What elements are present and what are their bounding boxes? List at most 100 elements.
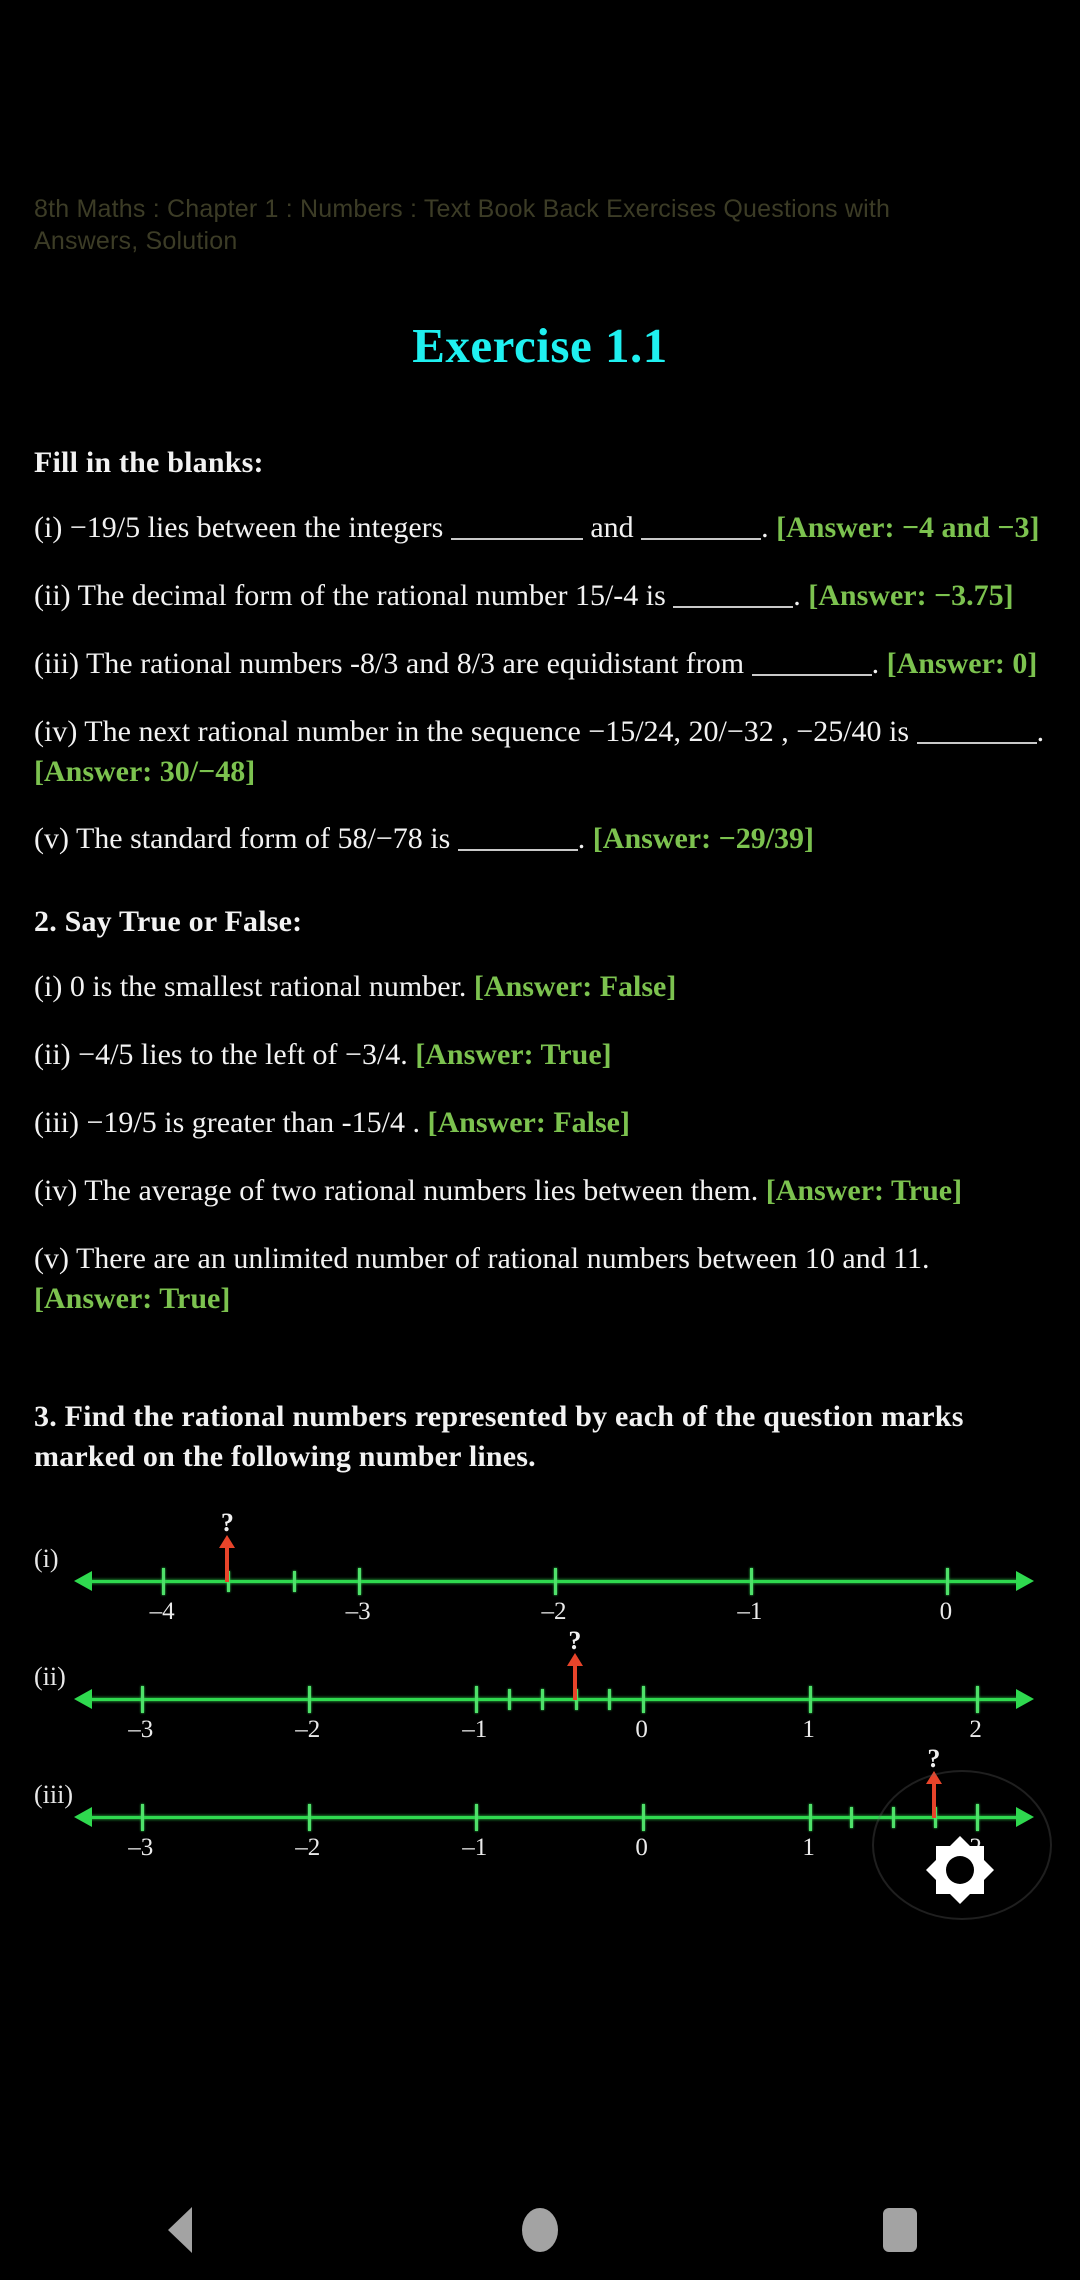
answer-blank	[916, 741, 1037, 744]
tick-label: –2	[295, 1834, 321, 1862]
axis-arrow-left	[74, 1807, 92, 1828]
major-tick	[474, 1804, 478, 1832]
number-line-label: (ii)	[34, 1662, 66, 1692]
question-text: The decimal form of the rational number …	[77, 578, 666, 612]
question-mark: ?	[568, 1626, 582, 1656]
question-text: The rational numbers -8/3 and 8/3 are eq…	[85, 646, 745, 680]
question-text: −19/5 is greater than -15/4 .	[86, 1106, 421, 1140]
number-line-canvas: –3–2–1012?	[74, 1742, 1034, 1862]
nav-recents-button[interactable]	[820, 2180, 980, 2280]
tick-label: –1	[462, 1716, 488, 1744]
major-tick	[554, 1568, 557, 1596]
tick-label: 1	[802, 1716, 815, 1744]
question-text: There are an unlimited number of rationa…	[75, 1241, 930, 1275]
axis-arrow-right	[1016, 1689, 1034, 1710]
tick-label: 2	[969, 1716, 982, 1744]
question-2-iv: (iv) The average of two rational numbers…	[34, 1171, 1046, 1211]
answer-text: [Answer: False]	[427, 1106, 630, 1140]
axis-arrow-left	[74, 1689, 92, 1710]
major-tick	[307, 1804, 311, 1832]
question-marker-arrow	[931, 1782, 936, 1819]
question-text-end: .	[1036, 714, 1045, 748]
tick-label: –1	[462, 1834, 488, 1862]
question-number: (iv)	[34, 1174, 78, 1208]
minor-tick	[850, 1807, 854, 1829]
major-tick	[749, 1568, 753, 1596]
axis-arrow-left	[74, 1571, 92, 1592]
question-2-v: (v) There are an unlimited number of rat…	[34, 1239, 1046, 1319]
question-1-ii: (ii) The decimal form of the rational nu…	[34, 576, 1046, 616]
tick-label: –1	[737, 1598, 763, 1626]
question-number: (ii)	[34, 578, 71, 612]
major-tick	[307, 1686, 311, 1714]
answer-text: [Answer: 0]	[886, 646, 1038, 680]
major-tick	[975, 1804, 979, 1832]
axis-arrow-right	[1016, 1571, 1034, 1592]
question-text: 0 is the smallest rational number.	[69, 970, 467, 1004]
tick-label: –2	[541, 1598, 567, 1626]
question-number: (i)	[34, 970, 63, 1004]
tick-label: –3	[128, 1834, 154, 1862]
answer-text: [Answer: True]	[765, 1174, 963, 1208]
major-tick	[358, 1568, 362, 1596]
axis-arrow-right	[1016, 1807, 1034, 1828]
question-1-v: (v) The standard form of 58/−78 is . [An…	[34, 819, 1046, 859]
major-tick	[945, 1568, 949, 1596]
major-tick	[808, 1804, 812, 1832]
minor-tick	[608, 1689, 612, 1711]
answer-text: [Answer: False]	[473, 970, 677, 1004]
question-marker-arrow	[225, 1546, 230, 1583]
question-2-ii: (ii) −4/5 lies to the left of −3/4. [Ans…	[34, 1035, 1046, 1075]
question-text-end: .	[793, 578, 801, 612]
true-or-false-heading: 2. Say True or False:	[34, 905, 303, 939]
major-tick	[140, 1686, 144, 1714]
tick-label: –3	[128, 1716, 154, 1744]
question-marker-arrow	[572, 1664, 577, 1701]
recents-icon	[883, 2208, 917, 2252]
minor-tick	[541, 1689, 545, 1711]
question-number: (ii)	[34, 1038, 71, 1072]
tick-label: 1	[802, 1834, 815, 1862]
question-text: The standard form of 58/−78 is	[75, 822, 451, 856]
question-text-end: .	[577, 822, 586, 856]
android-navigation-bar	[0, 2180, 1080, 2280]
tick-label: –4	[149, 1598, 175, 1626]
page-content: 8th Maths : Chapter 1 : Numbers : Text B…	[0, 0, 1080, 2180]
number-line-axis	[88, 1816, 1020, 1820]
number-line-label: (i)	[34, 1544, 59, 1574]
question-2-iii: (iii) −19/5 is greater than -15/4 . [Ans…	[34, 1103, 1046, 1143]
question-mark: ?	[927, 1744, 941, 1774]
brightness-icon[interactable]	[924, 1834, 996, 1906]
tick-label: 0	[635, 1834, 648, 1862]
answer-blank	[457, 849, 578, 852]
home-icon	[522, 2208, 558, 2252]
major-tick	[140, 1804, 144, 1832]
answer-text: [Answer: −29/39]	[592, 822, 815, 856]
question-number: (v)	[34, 1241, 69, 1275]
number-line-axis	[88, 1698, 1020, 1702]
tick-label: 0	[939, 1598, 953, 1626]
question-number: (iv)	[34, 714, 78, 748]
question-number: (iii)	[34, 1106, 79, 1140]
answer-text: [Answer: −3.75]	[808, 578, 1014, 612]
tick-label: –3	[345, 1598, 371, 1626]
major-tick	[474, 1686, 478, 1714]
answer-text: [Answer: True]	[34, 1281, 231, 1315]
back-icon	[168, 2207, 192, 2253]
tick-label: –2	[295, 1716, 321, 1744]
minor-tick	[508, 1689, 512, 1711]
number-line-canvas: –3–2–1012?	[74, 1624, 1034, 1744]
question-number: (i)	[34, 511, 63, 544]
major-tick	[975, 1686, 979, 1714]
number-line-label: (iii)	[34, 1780, 73, 1810]
number-line-canvas: –4 –3 –2 –1 0?	[74, 1506, 1034, 1626]
question-text: −4/5 lies to the left of −3/4.	[78, 1038, 408, 1072]
number-line-2: (ii) –3 –2 –1 0 1 2?	[34, 1624, 1046, 1744]
nav-back-button[interactable]	[100, 2180, 260, 2280]
question-text: The average of two rational numbers lies…	[84, 1174, 759, 1208]
question-mark: ?	[220, 1508, 234, 1538]
number-lines-group: (i) –4 –3 –2 –1 0? (ii) –3 –2 –1 0 1 2? (iii) –3 –2 –1 0 1…	[34, 1506, 1046, 1862]
question-2-i: (i) 0 is the smallest rational number. […	[34, 967, 1046, 1007]
answer-text: [Answer: −4 and −3]	[776, 511, 1040, 544]
nav-home-button[interactable]	[460, 2180, 620, 2280]
